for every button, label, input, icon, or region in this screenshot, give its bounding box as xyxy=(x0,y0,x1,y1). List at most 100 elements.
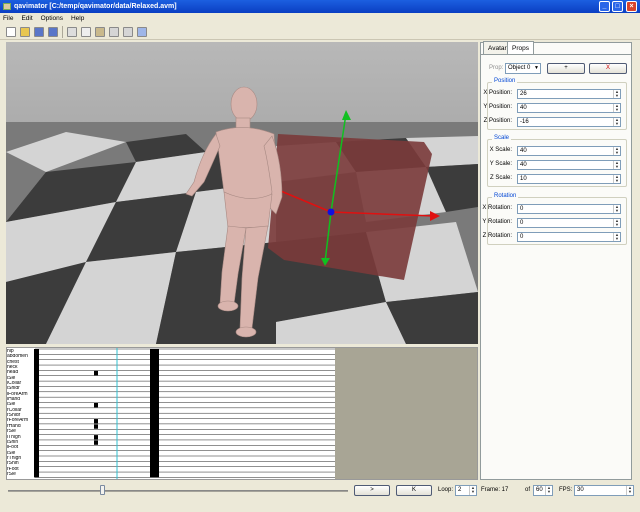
z-scale-input[interactable]: 10 ▲ ▼ xyxy=(517,174,621,184)
spin-arrows-icon[interactable]: ▲ ▼ xyxy=(613,90,620,98)
redo-icon[interactable] xyxy=(123,27,133,37)
save-as-icon[interactable] xyxy=(48,27,58,37)
x-rotation-value: 0 xyxy=(520,206,524,212)
x-position-input[interactable]: 26 ▲ ▼ xyxy=(517,89,621,99)
rotation-group: Rotation X Rotation: 0 ▲ ▼ Y Rotation: 0 ▲ ▼ Z… xyxy=(482,193,627,245)
spin-arrows-icon[interactable]: ▲ ▼ xyxy=(613,147,620,155)
window-title: qavimator [C:/temp/qavimator/data/Relaxe… xyxy=(14,3,177,10)
y-rotation-input[interactable]: 0 ▲ ▼ xyxy=(517,218,621,228)
menu-file[interactable]: File xyxy=(0,13,16,24)
z-scale-label: Z Scale: xyxy=(489,175,512,181)
spin-arrows-icon[interactable]: ▲ ▼ xyxy=(613,118,620,126)
maximize-button[interactable]: □ xyxy=(612,1,623,12)
menu-help[interactable]: Help xyxy=(68,13,87,24)
prop-label: Prop: xyxy=(489,65,504,71)
x-rotation-input[interactable]: 0 ▲ ▼ xyxy=(517,204,621,214)
of-label: of xyxy=(525,487,531,493)
minimize-button[interactable]: _ xyxy=(599,1,610,12)
new-file-icon[interactable] xyxy=(6,27,16,37)
tab-props[interactable]: Props xyxy=(507,41,534,54)
x-scale-input[interactable]: 40 ▲ ▼ xyxy=(517,146,621,156)
z-position-input[interactable]: -16 ▲ ▼ xyxy=(517,117,621,127)
keyframe-marker xyxy=(94,440,98,445)
total-frames-input[interactable]: 60 ▲ ▼ xyxy=(533,485,553,496)
chevron-down-icon: ▼ xyxy=(534,65,539,71)
save-icon[interactable] xyxy=(34,27,44,37)
app-window: qavimator [C:/temp/qavimator/data/Relaxe… xyxy=(0,0,640,512)
fps-input[interactable]: 30 ▲ ▼ xyxy=(574,485,634,496)
menu-bar: File Edit Options Help xyxy=(0,13,640,24)
last-keyframe-column xyxy=(150,349,159,478)
keyframe-marker xyxy=(94,435,98,440)
y-scale-value: 40 xyxy=(520,162,527,168)
close-button[interactable]: × xyxy=(626,1,637,12)
scale-group: Scale X Scale: 40 ▲ ▼ Y Scale: 40 ▲ ▼ Z Scale:… xyxy=(487,135,627,187)
copy-icon[interactable] xyxy=(81,27,91,37)
spin-arrows-icon[interactable]: ▲ ▼ xyxy=(613,161,620,169)
loop-input[interactable]: 2 ▲ ▼ xyxy=(455,485,477,496)
loop-label: Loop: xyxy=(438,487,454,493)
3d-viewport[interactable] xyxy=(6,42,478,344)
spin-arrows-icon[interactable]: ▲ ▼ xyxy=(469,486,476,495)
fps-label: FPS: xyxy=(559,487,573,493)
y-scale-input[interactable]: 40 ▲ ▼ xyxy=(517,160,621,170)
z-rotation-value: 0 xyxy=(520,234,524,240)
position-title: Position xyxy=(492,78,518,84)
x-position-value: 26 xyxy=(520,91,527,97)
spin-arrows-icon[interactable]: ▲ ▼ xyxy=(613,219,620,227)
z-rotation-input[interactable]: 0 ▲ ▼ xyxy=(517,232,621,242)
y-position-value: 40 xyxy=(520,105,527,111)
y-rotation-value: 0 xyxy=(520,220,524,226)
figure-icon[interactable] xyxy=(137,27,147,37)
keyframe-marker xyxy=(94,370,98,376)
delete-prop-button[interactable]: X xyxy=(589,63,627,74)
toolbar xyxy=(0,24,640,40)
z-position-value: -16 xyxy=(520,119,529,125)
keyframe-marker xyxy=(94,424,98,429)
fps-value: 30 xyxy=(577,487,584,493)
paste-icon[interactable] xyxy=(95,27,105,37)
y-position-label: Y Position: xyxy=(483,104,512,110)
spin-arrows-icon[interactable]: ▲ ▼ xyxy=(626,486,633,495)
undo-icon[interactable] xyxy=(109,27,119,37)
z-axis-handle[interactable] xyxy=(327,208,335,216)
x-scale-value: 40 xyxy=(520,148,527,154)
prop-select[interactable]: Object 0 ▼ xyxy=(505,63,541,74)
tab-divider xyxy=(481,54,631,55)
y-rotation-label: Y Rotation: xyxy=(482,219,512,225)
y-scale-label: Y Scale: xyxy=(489,161,512,167)
spin-arrows-icon[interactable]: ▲ ▼ xyxy=(613,104,620,112)
first-keyframe-column xyxy=(34,349,39,478)
frame-slider-thumb[interactable] xyxy=(99,485,105,495)
title-bar[interactable]: qavimator [C:/temp/qavimator/data/Relaxe… xyxy=(0,0,640,13)
add-prop-button[interactable]: + xyxy=(547,63,585,74)
keyframe-button[interactable]: K xyxy=(396,485,432,496)
menu-edit[interactable]: Edit xyxy=(18,13,35,24)
keyframe-timeline[interactable]: hip abdomen chest neck head lSle lCollar lShldr… xyxy=(6,347,478,480)
spin-arrows-icon[interactable]: ▲ ▼ xyxy=(613,233,620,241)
position-group: Position X Position: 26 ▲ ▼ Y Position: 40 ▲ ▼… xyxy=(483,78,627,130)
frame-slider-track[interactable] xyxy=(8,490,348,492)
total-frames-value: 60 xyxy=(536,487,543,493)
prop-box[interactable] xyxy=(268,134,432,280)
spin-arrows-icon[interactable]: ▲ ▼ xyxy=(613,175,620,183)
z-position-label: Z Position: xyxy=(483,118,512,124)
properties-panel: Avatar Props Prop: Object 0 ▼ + X Positi… xyxy=(480,41,632,480)
cut-icon[interactable] xyxy=(67,27,77,37)
app-icon xyxy=(3,3,11,10)
scale-title: Scale xyxy=(492,135,512,141)
x-scale-label: X Scale: xyxy=(489,147,512,153)
z-rotation-label: Z Rotation: xyxy=(482,233,512,239)
timeline-empty-area xyxy=(335,348,477,479)
playback-bar: > K Loop: 2 ▲ ▼ Frame: 17 of 60 ▲ ▼ FPS: 30 ▲… xyxy=(0,482,640,500)
toolbar-separator xyxy=(62,26,63,38)
keyframe-marker xyxy=(94,403,98,408)
scene-canvas[interactable] xyxy=(6,42,478,344)
open-folder-icon[interactable] xyxy=(20,27,30,37)
y-position-input[interactable]: 40 ▲ ▼ xyxy=(517,103,621,113)
menu-options[interactable]: Options xyxy=(38,13,66,24)
play-button[interactable]: > xyxy=(354,485,390,496)
spin-arrows-icon[interactable]: ▲ ▼ xyxy=(545,486,552,495)
rotation-title: Rotation xyxy=(492,193,519,199)
spin-arrows-icon[interactable]: ▲ ▼ xyxy=(613,205,620,213)
